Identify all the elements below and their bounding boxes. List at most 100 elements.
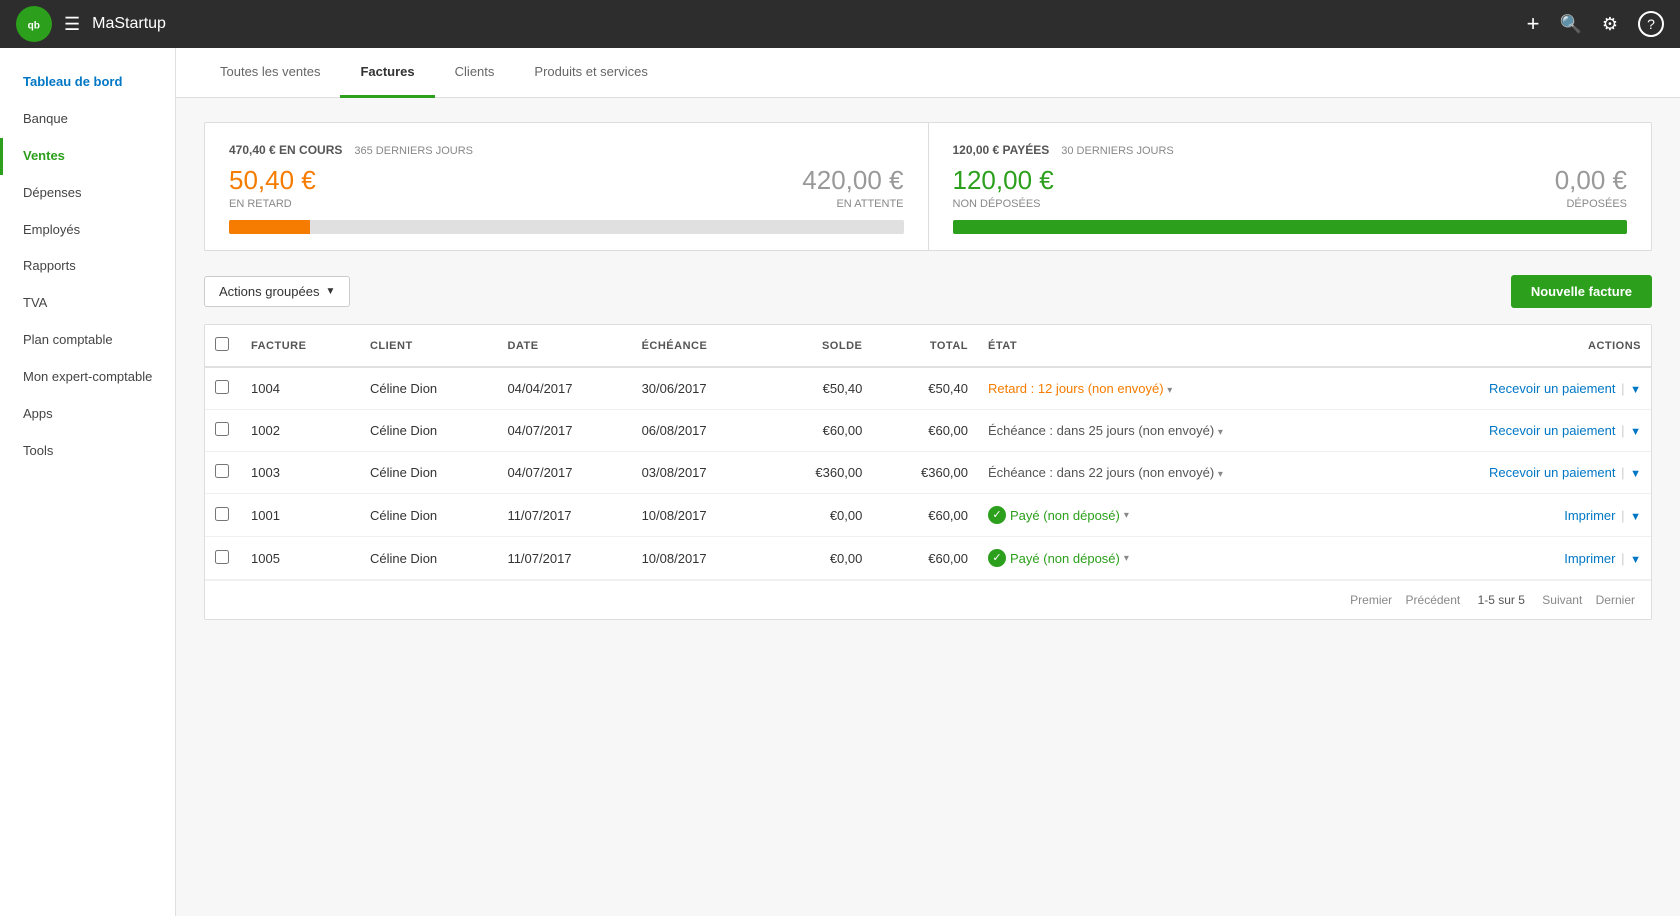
- pagination-next[interactable]: Suivant: [1542, 593, 1582, 607]
- action-primary-1001[interactable]: Imprimer: [1564, 508, 1615, 523]
- cell-total-1004: €50,40: [872, 367, 978, 410]
- hamburger-menu[interactable]: ☰: [64, 14, 80, 35]
- sidebar-item-employes[interactable]: Employés: [0, 212, 175, 249]
- amount-en-attente-value: 420,00 €: [802, 165, 903, 196]
- cell-echeance-1005: 10/08/2017: [632, 537, 767, 580]
- cell-client-1005: Céline Dion: [360, 537, 497, 580]
- summary-en-cours-header: 470,40 € EN COURS 365 DERNIERS JOURS: [229, 143, 904, 157]
- row-checkbox-1004[interactable]: [215, 380, 229, 394]
- amount-en-attente-label: EN ATTENTE: [802, 198, 903, 210]
- cell-date-1004: 04/04/2017: [497, 367, 631, 410]
- sidebar-item-depenses[interactable]: Dépenses: [0, 175, 175, 212]
- pagination-last[interactable]: Dernier: [1596, 593, 1635, 607]
- action-primary-1004[interactable]: Recevoir un paiement: [1489, 381, 1615, 396]
- progress-payees: [953, 220, 1628, 234]
- search-icon[interactable]: 🔍: [1559, 14, 1581, 35]
- action-dropdown-1005[interactable]: ▼: [1630, 554, 1641, 566]
- cell-etat-1001: ✓ Payé (non déposé) ▾: [978, 494, 1380, 537]
- amount-non-deposees-label: NON DÉPOSÉES: [953, 198, 1054, 210]
- progress-payees-fill: [953, 220, 1628, 234]
- cell-echeance-1003: 03/08/2017: [632, 452, 767, 494]
- summary-en-cours-period: 365 DERNIERS JOURS: [354, 145, 473, 157]
- row-checkbox-1002[interactable]: [215, 422, 229, 436]
- table-row: 1001Céline Dion11/07/201710/08/2017€0,00…: [205, 494, 1651, 537]
- quickbooks-logo[interactable]: qb: [16, 6, 52, 42]
- status-chevron[interactable]: ▾: [1124, 510, 1129, 521]
- gear-icon[interactable]: ⚙: [1602, 14, 1618, 35]
- status-pending: Échéance : dans 25 jours (non envoyé) ▾: [988, 423, 1223, 438]
- invoices-table: FACTURE CLIENT DATE ÉCHÉANCE SOLDE TOTAL…: [205, 325, 1651, 580]
- tab-clients[interactable]: Clients: [435, 48, 515, 98]
- amount-deposees: 0,00 € DÉPOSÉES: [1555, 165, 1627, 210]
- progress-en-cours: [229, 220, 904, 234]
- table-row: 1004Céline Dion04/04/201730/06/2017€50,4…: [205, 367, 1651, 410]
- cell-actions-1004: Recevoir un paiement | ▼: [1380, 367, 1651, 410]
- action-primary-1002[interactable]: Recevoir un paiement: [1489, 423, 1615, 438]
- row-checkbox-1001[interactable]: [215, 507, 229, 521]
- row-checkbox-1003[interactable]: [215, 464, 229, 478]
- cell-etat-1005: ✓ Payé (non déposé) ▾: [978, 537, 1380, 580]
- cell-actions-1005: Imprimer | ▼: [1380, 537, 1651, 580]
- sidebar-item-mon-expert-comptable[interactable]: Mon expert-comptable: [0, 359, 175, 396]
- action-separator: |: [1618, 423, 1629, 438]
- actions-groupees-button[interactable]: Actions groupées ▼: [204, 276, 350, 307]
- actions-groupees-label: Actions groupées: [219, 284, 319, 299]
- summary-payees-period: 30 DERNIERS JOURS: [1061, 145, 1173, 157]
- tab-factures[interactable]: Factures: [340, 48, 434, 98]
- summary-payees-header: 120,00 € PAYÉES 30 DERNIERS JOURS: [953, 143, 1628, 157]
- summary-en-cours-total: 470,40 € EN COURS: [229, 143, 342, 157]
- help-icon[interactable]: ?: [1638, 11, 1664, 37]
- add-icon[interactable]: +: [1527, 11, 1540, 37]
- content-area: 470,40 € EN COURS 365 DERNIERS JOURS 50,…: [176, 98, 1680, 644]
- cell-actions-1003: Recevoir un paiement | ▼: [1380, 452, 1651, 494]
- summary-payees: 120,00 € PAYÉES 30 DERNIERS JOURS 120,00…: [928, 123, 1652, 250]
- amount-non-deposees-value: 120,00 €: [953, 165, 1054, 196]
- action-primary-1003[interactable]: Recevoir un paiement: [1489, 465, 1615, 480]
- tab-toutes-les-ventes[interactable]: Toutes les ventes: [200, 48, 340, 98]
- cell-date-1001: 11/07/2017: [497, 494, 631, 537]
- summary-row: 470,40 € EN COURS 365 DERNIERS JOURS 50,…: [204, 122, 1652, 251]
- tab-produits-et-services[interactable]: Produits et services: [514, 48, 667, 98]
- cell-facture-1003: 1003: [241, 452, 360, 494]
- sidebar: Tableau de bord Banque Ventes Dépenses E…: [0, 48, 176, 916]
- status-chevron[interactable]: ▾: [1124, 553, 1129, 564]
- app-brand: MaStartup: [92, 15, 166, 33]
- status-chevron[interactable]: ▾: [1218, 469, 1223, 480]
- action-separator: |: [1618, 551, 1629, 566]
- cell-solde-1001: €0,00: [767, 494, 873, 537]
- cell-client-1002: Céline Dion: [360, 410, 497, 452]
- nouvelle-facture-button[interactable]: Nouvelle facture: [1511, 275, 1652, 308]
- sidebar-item-tva[interactable]: TVA: [0, 285, 175, 322]
- sidebar-item-banque[interactable]: Banque: [0, 101, 175, 138]
- cell-total-1001: €60,00: [872, 494, 978, 537]
- summary-en-cours: 470,40 € EN COURS 365 DERNIERS JOURS 50,…: [205, 123, 928, 250]
- cell-solde-1004: €50,40: [767, 367, 873, 410]
- cell-etat-1002: Échéance : dans 25 jours (non envoyé) ▾: [978, 410, 1380, 452]
- action-dropdown-1002[interactable]: ▼: [1630, 426, 1641, 438]
- cell-actions-1002: Recevoir un paiement | ▼: [1380, 410, 1651, 452]
- topnav-left: qb ☰ MaStartup: [16, 6, 166, 42]
- sidebar-item-apps[interactable]: Apps: [0, 396, 175, 433]
- main-layout: Tableau de bord Banque Ventes Dépenses E…: [0, 48, 1680, 916]
- sidebar-item-tableau-de-bord[interactable]: Tableau de bord: [0, 64, 175, 101]
- th-select-all: [205, 325, 241, 367]
- topnav-right: + 🔍 ⚙ ?: [1527, 11, 1664, 37]
- pagination-prev[interactable]: Précédent: [1406, 593, 1461, 607]
- row-checkbox-1005[interactable]: [215, 550, 229, 564]
- sidebar-item-plan-comptable[interactable]: Plan comptable: [0, 322, 175, 359]
- action-dropdown-1004[interactable]: ▼: [1630, 384, 1641, 396]
- action-dropdown-1003[interactable]: ▼: [1630, 468, 1641, 480]
- amount-deposees-label: DÉPOSÉES: [1555, 198, 1627, 210]
- sidebar-item-ventes[interactable]: Ventes: [0, 138, 175, 175]
- action-dropdown-1001[interactable]: ▼: [1630, 511, 1641, 523]
- status-chevron[interactable]: ▾: [1167, 385, 1172, 396]
- cell-echeance-1001: 10/08/2017: [632, 494, 767, 537]
- th-client: CLIENT: [360, 325, 497, 367]
- select-all-checkbox[interactable]: [215, 337, 229, 351]
- sidebar-item-rapports[interactable]: Rapports: [0, 248, 175, 285]
- action-primary-1005[interactable]: Imprimer: [1564, 551, 1615, 566]
- cell-echeance-1002: 06/08/2017: [632, 410, 767, 452]
- sidebar-item-tools[interactable]: Tools: [0, 433, 175, 470]
- pagination-first[interactable]: Premier: [1350, 593, 1392, 607]
- status-chevron[interactable]: ▾: [1218, 427, 1223, 438]
